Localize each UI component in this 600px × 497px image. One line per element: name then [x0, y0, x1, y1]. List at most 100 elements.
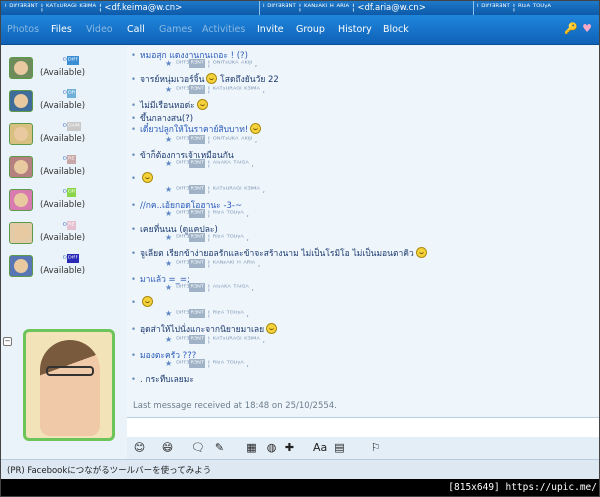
smiley-icon: [196, 99, 208, 110]
contact-name: ᴰᴰᴵᶠᶠ: [63, 254, 79, 263]
contact-name: ᴰᴳᴬᴹ: [63, 122, 81, 131]
image-icon[interactable]: ▤: [333, 441, 346, 454]
star-icon: ★: [165, 259, 173, 268]
star-icon: ★: [165, 335, 173, 344]
last-message-info: Last message received at 18:48 on 25/10/…: [133, 401, 337, 411]
star-icon: ★: [165, 359, 173, 368]
contact-status: (Available): [40, 233, 86, 243]
contact-name: ᴰᴿᴱ: [63, 155, 76, 164]
star-icon: ★: [165, 309, 173, 318]
bullet-icon: •: [131, 125, 137, 135]
menu-history[interactable]: History: [338, 24, 372, 35]
sender-signature: ★ ᴰᴵᶠᶠᴲᴿᴲᴺᵀ ¦ ᴼᴺᴵᵀˢᵁᴷᴬ ᴬᴷᴵᴶᴵ ,: [165, 135, 258, 144]
contact-avatar: [9, 255, 33, 277]
smiley-icon: [266, 323, 278, 334]
menu-files[interactable]: Files: [51, 24, 72, 35]
contact-status: (Available): [40, 134, 86, 144]
font-icon[interactable]: Aa: [313, 441, 327, 454]
menu-call[interactable]: Call: [127, 24, 145, 35]
bullet-icon: •: [131, 275, 137, 285]
star-icon: ★: [165, 185, 173, 194]
bullet-icon: •: [131, 298, 137, 308]
menu-group[interactable]: Group: [296, 24, 325, 35]
chat-message: • จารย์หนุ่มเวอร์จิ้น โสดถึงยันวัย 22: [131, 73, 279, 85]
sender-signature: ★ ᴰᴵᶠᶠᴲᴿᴲᴺᵀ ¦ ᴿᴵᶻᴬ ᵀᴼᵁᵞᴬ ,: [165, 209, 249, 218]
key-icon[interactable]: 🔑: [564, 23, 578, 35]
menu-invite[interactable]: Invite: [257, 24, 284, 35]
heart-icon[interactable]: ♥: [581, 23, 593, 35]
contact-item[interactable]: ᴰᴿᴱ (Available): [1, 153, 126, 183]
contact-item[interactable]: ᴰᴰᴵᶠᶠ (Available): [1, 54, 126, 84]
contact-item[interactable]: ᴰᴳᴬᴹ (Available): [1, 120, 126, 150]
contact-item[interactable]: ᴰᴳᴿ (Available): [1, 186, 126, 216]
contact-status: (Available): [40, 266, 86, 276]
background-icon[interactable]: ▦: [245, 441, 258, 454]
smiley-icon: [142, 296, 154, 307]
menu-photos[interactable]: Photos: [7, 24, 39, 35]
contact-avatar: [9, 123, 33, 145]
contact-status: (Available): [40, 167, 86, 177]
star-icon: ★: [165, 283, 173, 292]
contact-avatar: [9, 222, 33, 244]
message-input[interactable]: [127, 417, 599, 437]
chat-message: •: [131, 296, 154, 308]
bullet-icon: •: [131, 201, 137, 211]
contact-avatar: [9, 189, 33, 211]
sender-signature: ★ ᴰᴵᶠᶠᴲᴿᴲᴺᵀ ¦ ᴷᴬᵀˢᵁᴿᴬᴳᴵ ᴷᴲᴵᴹᴬ ,: [165, 335, 266, 344]
contact-display-picture[interactable]: [23, 329, 115, 441]
contact-name: ᴰᴿᴱ: [63, 221, 76, 230]
sender-signature: ★ ᴰᴵᶠᶠᴲᴿᴲᴺᵀ ¦ ᴿᴵᶻᴬ ᵀᴼᵁᵞᴬ ,: [165, 309, 249, 318]
contact-name: ᴰᴳᴿ: [63, 89, 77, 98]
messenger-window: ᴵ ᴰᴵᶠᶠᴲᴿᴲᴺᵀ ¦ ᴷᴬᵀˢᵁᴿᴬᴳᴵ ᴷᴲᴵᴹᴬ ¦ <df.keim…: [0, 0, 600, 497]
smiley-icon: [250, 123, 262, 134]
contact-name: ᴰᴳᴿ: [63, 188, 77, 197]
star-icon: ★: [165, 59, 173, 68]
handwriting-icon[interactable]: ✎: [213, 441, 226, 454]
contact-item[interactable]: ᴰᴳᴿ (Available): [1, 87, 126, 117]
contact-item[interactable]: ᴰᴰᴵᶠᶠ (Available): [1, 252, 126, 282]
chat-message: • อุดส่าให้ไปนั่งแกะจากนิยายมาเลย: [131, 322, 278, 336]
games-icon[interactable]: ✚: [283, 441, 296, 454]
flag-icon[interactable]: ⚐: [369, 441, 382, 454]
smiley-icon: [206, 73, 218, 84]
bullet-icon: •: [131, 225, 137, 235]
format-toolbar: 😊 😄 🗨 ✎ ▦ ◍ ✚ Aa ▤ ⚐: [127, 437, 599, 459]
wink-icon[interactable]: 😄: [161, 441, 174, 454]
voice-clip-icon[interactable]: ◍: [265, 441, 278, 454]
contact-avatar: [9, 90, 33, 112]
nudge-icon[interactable]: 🗨: [191, 441, 205, 454]
collapse-icon[interactable]: −: [3, 337, 12, 346]
contact-status: (Available): [40, 200, 86, 210]
sender-signature: ★ ᴰᴵᶠᶠᴲᴿᴲᴺᵀ ¦ ᴷᴬᵀˢᵁᴿᴬᴳᴵ ᴷᴲᴵᴹᴬ ,: [165, 85, 266, 94]
star-icon: ★: [165, 159, 173, 168]
ad-link[interactable]: (PR) Facebookにつながるツールバーを使ってみよう: [7, 464, 211, 476]
star-icon: ★: [165, 135, 173, 144]
contact-avatar: [9, 57, 33, 79]
contact-name: ᴰᴰᴵᶠᶠ: [63, 56, 79, 65]
bullet-icon: •: [131, 174, 137, 184]
menu-activities[interactable]: Activities: [202, 24, 245, 35]
contact-item[interactable]: ᴰᴿᴱ (Available): [1, 219, 126, 249]
menu-block[interactable]: Block: [383, 24, 409, 35]
emoticon-icon[interactable]: 😊: [133, 441, 146, 454]
tab-aria[interactable]: ᴵ ᴰᴵᶠᶠᴲᴿᴲᴺᵀ ¦ ᴷᴬᴺᶻᴬᴷᴵ ᴴ ᴬᴿᴵᴬ ¦ <df.aria@…: [263, 2, 426, 14]
chat-message: •: [131, 172, 154, 184]
bullet-icon: •: [131, 101, 137, 111]
bullet-icon: •: [131, 75, 137, 85]
bullet-icon: •: [131, 151, 137, 161]
bullet-icon: •: [131, 325, 137, 335]
menu-video[interactable]: Video: [86, 24, 113, 35]
avatar-glasses: [46, 366, 94, 376]
smiley-icon: [142, 172, 154, 183]
tab-riza[interactable]: ᴵ ᴰᴵᶠᶠᴲᴿᴲᴺᵀ ¦ ᴿᴵᶻᴬ ᵀᴼᵁᵞᴬ: [477, 2, 551, 14]
tab-keima[interactable]: ᴵ ᴰᴵᶠᶠᴲᴿᴲᴺᵀ ¦ ᴷᴬᵀˢᵁᴿᴬᴳᴵ ᴷᴲᴵᴹᴬ ¦ <df.keim…: [5, 2, 182, 14]
contact-status: (Available): [40, 101, 86, 111]
bullet-icon: •: [131, 375, 137, 385]
chat-history[interactable]: • หมอสุก แดงงานกนเถอะ ! (?) ★ ᴰᴵᶠᶠᴲᴿᴲᴺᵀ ¦ ᴼ…: [127, 46, 599, 416]
status-bar: (PR) Facebookにつながるツールバーを使ってみよう: [1, 459, 599, 479]
sender-signature: ★ ᴰᴵᶠᶠᴲᴿᴲᴺᵀ ¦ ᴼᴺᴵᵀˢᵁᴷᴬ ᴬᴷᴵᴶᴵ ,: [165, 59, 258, 68]
contact-status: (Available): [40, 68, 86, 78]
menu-games[interactable]: Games: [159, 24, 192, 35]
bullet-icon: •: [131, 249, 137, 259]
chat-message: • จูเลียต เรียกข้าง่ายอลรักและข้าจะสร้างน…: [131, 246, 427, 260]
